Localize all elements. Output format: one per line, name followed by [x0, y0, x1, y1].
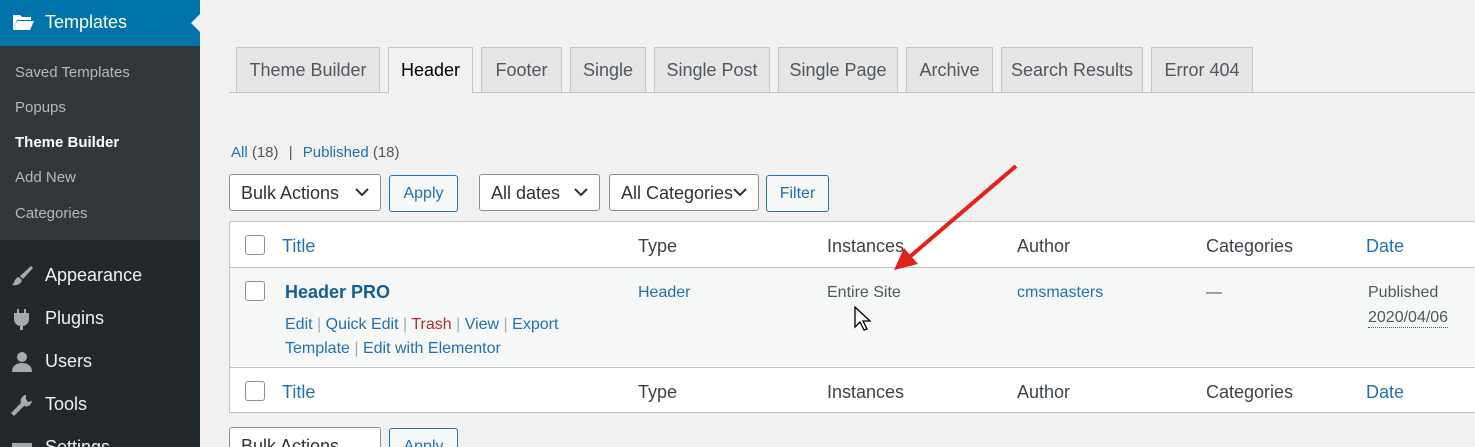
categories-select[interactable]: All Categories	[609, 174, 759, 211]
annotation-arrow	[894, 164, 1018, 270]
menu-item-label: Appearance	[45, 265, 143, 285]
apply-button-bottom[interactable]: Apply	[389, 428, 458, 447]
date-status: Published	[1368, 284, 1439, 301]
dates-select[interactable]: All dates	[479, 174, 600, 211]
view-published-count: (18)	[372, 144, 400, 161]
table-header: Title Type Instances Author Categories D…	[230, 222, 1475, 268]
action-edit-with-elementor[interactable]: Edit with Elementor	[363, 340, 501, 357]
tab-single-post[interactable]: Single Post	[654, 47, 770, 92]
column-author-footer: Author	[1017, 382, 1071, 402]
date-value: 2020/04/06	[1368, 309, 1449, 328]
filter-button[interactable]: Filter	[766, 175, 829, 212]
template-type-tabs: Theme Builder Header Footer Single Singl…	[229, 47, 1475, 93]
select-value: All dates	[491, 183, 561, 203]
submenu-add-new[interactable]: Add New	[15, 169, 76, 186]
menu-item-tools[interactable]: Tools	[0, 384, 200, 424]
menu-item-label: Plugins	[45, 308, 105, 328]
view-filters: All (18) | Published (18)	[231, 144, 400, 161]
select-value: Bulk Actions	[241, 183, 340, 203]
plugin-icon	[14, 309, 29, 330]
bulk-actions-select-bottom[interactable]: Bulk Actions	[229, 427, 381, 447]
mouse-pointer-icon	[854, 306, 871, 331]
table-footer: Title Type Instances Author Categories D…	[230, 367, 1475, 413]
templates-submenu: Saved Templates Popups Theme Builder Add…	[0, 46, 200, 240]
column-type: Type	[638, 236, 678, 256]
column-categories: Categories	[1206, 236, 1294, 256]
select-all-checkbox[interactable]	[245, 235, 265, 255]
row-actions: Edit | Quick Edit | Trash | View | Expor…	[285, 316, 559, 357]
chevron-down-icon	[355, 188, 369, 197]
chevron-down-icon	[733, 188, 747, 197]
folder-open-icon	[13, 15, 34, 30]
author-link[interactable]: cmsmasters	[1017, 284, 1103, 302]
tab-footer[interactable]: Footer	[481, 47, 562, 92]
action-trash[interactable]: Trash	[411, 316, 451, 333]
menu-item-templates[interactable]: Templates	[0, 0, 200, 46]
menu-item-label: Tools	[45, 394, 88, 414]
menu-item-plugins[interactable]: Plugins	[0, 298, 200, 338]
menu-item-label: Settings	[45, 437, 111, 447]
apply-button[interactable]: Apply	[389, 175, 458, 212]
column-date-footer[interactable]: Date	[1366, 382, 1404, 403]
tab-archive[interactable]: Archive	[906, 47, 993, 92]
select-value: Bulk Actions	[241, 436, 340, 447]
column-title-footer[interactable]: Title	[282, 382, 315, 403]
view-all-count: (18)	[251, 144, 279, 161]
column-title[interactable]: Title	[282, 236, 315, 257]
action-view[interactable]: View	[465, 316, 499, 333]
view-separator: |	[288, 144, 293, 161]
submenu-theme-builder[interactable]: Theme Builder	[15, 134, 119, 151]
chevron-down-icon	[574, 188, 588, 197]
tab-search-results[interactable]: Search Results	[1001, 47, 1143, 92]
menu-item-appearance[interactable]: Appearance	[0, 255, 200, 295]
instances-value: Entire Site	[827, 284, 901, 301]
action-edit[interactable]: Edit	[285, 316, 313, 333]
menu-item-label: Templates	[45, 12, 128, 32]
tab-header[interactable]: Header	[388, 47, 473, 93]
template-title-link[interactable]: Header PRO	[285, 282, 390, 303]
tab-single[interactable]: Single	[570, 47, 646, 92]
settings-icon	[12, 443, 32, 447]
tab-single-page[interactable]: Single Page	[778, 47, 898, 92]
menu-item-label: Users	[45, 351, 93, 371]
column-type-footer: Type	[638, 382, 678, 402]
templates-table: Title Type Instances Author Categories D…	[229, 221, 1475, 413]
users-icon	[12, 352, 32, 372]
select-value: All Categories	[621, 183, 734, 203]
row-checkbox[interactable]	[245, 281, 265, 301]
view-published-link[interactable]: Published	[303, 144, 369, 161]
view-all-link[interactable]: All	[231, 144, 248, 161]
current-menu-pointer	[191, 14, 200, 32]
type-link[interactable]: Header	[638, 284, 690, 302]
action-quick-edit[interactable]: Quick Edit	[326, 316, 399, 333]
menu-item-users[interactable]: Users	[0, 341, 200, 381]
paintbrush-icon	[12, 266, 33, 286]
admin-sidebar: Templates Saved Templates Popups Theme B…	[0, 0, 200, 447]
tab-theme-builder[interactable]: Theme Builder	[236, 47, 380, 92]
menu-item-settings[interactable]: Settings	[0, 427, 200, 447]
wrench-icon	[11, 395, 32, 416]
select-all-checkbox-footer[interactable]	[245, 381, 265, 401]
submenu-categories[interactable]: Categories	[15, 205, 88, 222]
submenu-saved-templates[interactable]: Saved Templates	[15, 64, 130, 81]
bulk-actions-select[interactable]: Bulk Actions	[229, 174, 381, 211]
column-instances-footer: Instances	[827, 382, 905, 402]
categories-value: —	[1206, 284, 1222, 301]
tab-error-404[interactable]: Error 404	[1151, 47, 1253, 92]
column-date[interactable]: Date	[1366, 236, 1404, 257]
column-categories-footer: Categories	[1206, 382, 1294, 402]
submenu-popups[interactable]: Popups	[15, 99, 66, 116]
